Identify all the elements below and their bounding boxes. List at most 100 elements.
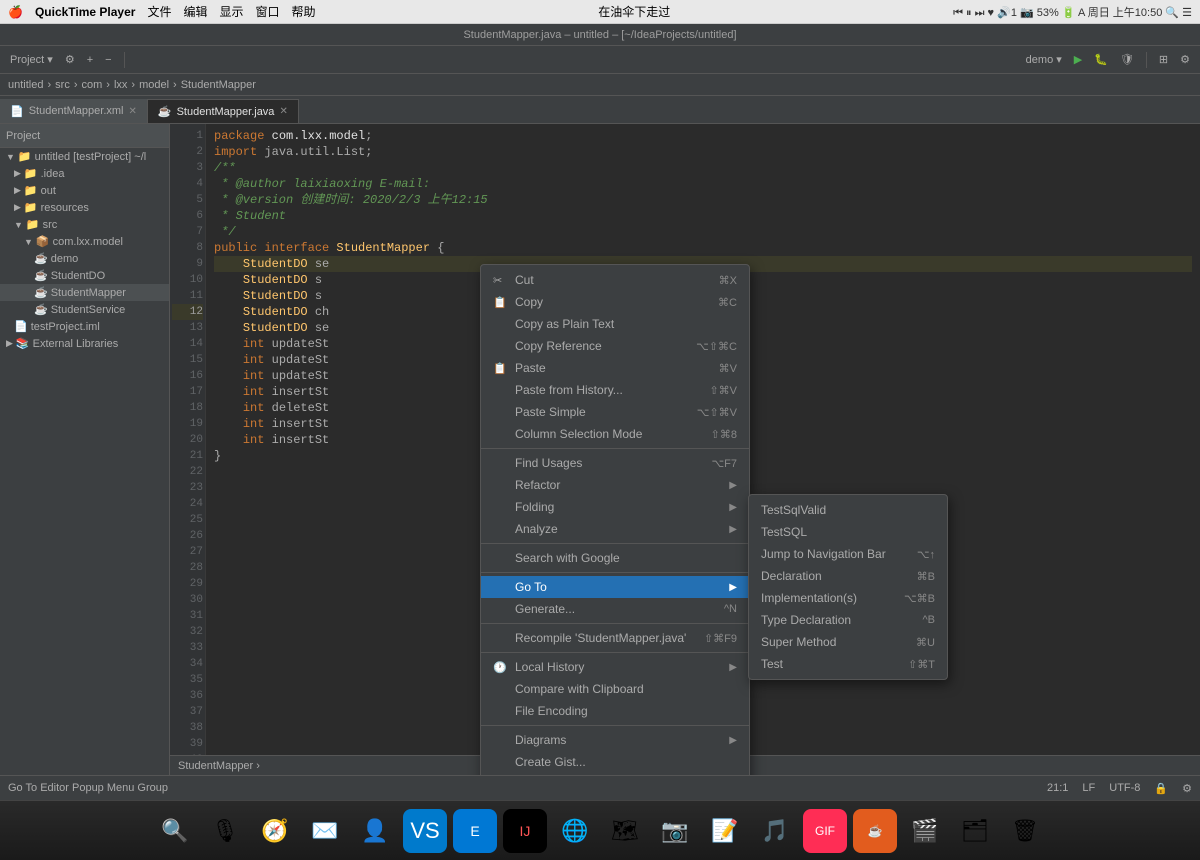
folder-icon-out: 📁 [24,184,38,197]
apple-menu[interactable]: 🍎 [8,5,23,19]
tree-studentservice[interactable]: ☕ StudentService [0,301,169,318]
breadcrumb-part-1[interactable]: untitled [8,79,43,91]
submenu-declaration[interactable]: Declaration ⌘B [749,565,947,587]
menu-item-find-usages[interactable]: Find Usages ⌥F7 [481,452,749,474]
tree-studentdo[interactable]: ☕ StudentDO [0,267,169,284]
breadcrumb-part-2[interactable]: src [55,79,70,91]
submenu-test-sql-valid[interactable]: TestSqlValid [749,499,947,521]
dock-music[interactable]: 🎵 [753,809,797,853]
menu-item-search-google[interactable]: Search with Google [481,547,749,569]
menu-item-paste-simple[interactable]: Paste Simple ⌥⇧⌘V [481,401,749,423]
menu-edit[interactable]: 编辑 [183,3,207,20]
menu-item-refactor[interactable]: Refactor ▶ [481,474,749,496]
menu-view[interactable]: 显示 [219,3,243,20]
tab-mapper-java[interactable]: ☕ StudentMapper.java ✕ [148,99,299,123]
debug-btn[interactable]: 🐛 [1090,51,1112,68]
menu-item-compare-clipboard[interactable]: Compare with Clipboard [481,678,749,700]
line-numbers: 12345 678910 1112 1314151617 1819202122 … [170,124,206,775]
dock-quicktime[interactable]: 🎬 [903,809,947,853]
run-config[interactable]: demo ▾ [1022,51,1066,68]
tree-root[interactable]: ▼ 📁 untitled [testProject] ~/l [0,148,169,165]
menu-item-col-select[interactable]: Column Selection Mode ⇧⌘8 [481,423,749,445]
dock-contacts[interactable]: 👤 [353,809,397,853]
bottom-tab-label[interactable]: StudentMapper › [178,760,260,772]
menu-item-copy-ref[interactable]: Copy Reference ⌥⇧⌘C [481,335,749,357]
menu-item-generate[interactable]: Generate... ^N [481,598,749,620]
toolbar-sync[interactable]: ⚙ [61,51,79,68]
dock-giphy[interactable]: GIF [803,809,847,853]
submenu-test-sql[interactable]: TestSQL [749,521,947,543]
toolbar-minus[interactable]: − [101,52,115,68]
menu-item-local-history[interactable]: 🕐 Local History ▶ [481,656,749,678]
submenu-label-super-method: Super Method [761,635,836,649]
tree-resources[interactable]: ▶ 📁 resources [0,199,169,216]
menu-item-goto[interactable]: Go To ▶ [481,576,749,598]
tree-arrow-src: ▼ [14,220,23,230]
menu-item-recompile[interactable]: Recompile 'StudentMapper.java' ⇧⌘F9 [481,627,749,649]
menu-item-paste-history[interactable]: Paste from History... ⇧⌘V [481,379,749,401]
menu-shortcut-generate: ^N [724,603,737,615]
breadcrumb-part-5[interactable]: model [139,79,169,91]
tree-com-lxx-model[interactable]: ▼ 📦 com.lxx.model [0,233,169,250]
toolbar-layout[interactable]: ⊞ [1155,51,1172,68]
dock-notes[interactable]: 📝 [703,809,747,853]
project-selector[interactable]: Project ▾ [6,51,57,68]
dock-trash[interactable]: 🗑 [1003,809,1047,853]
dock-safari[interactable]: 🧭 [253,809,297,853]
run-btn[interactable]: ▶ [1070,51,1086,68]
coverage-btn[interactable]: 🛡 [1116,51,1138,68]
dock-maps[interactable]: 🗺 [603,809,647,853]
dock-edge[interactable]: E [453,809,497,853]
tree-studentmapper[interactable]: ☕ StudentMapper [0,284,169,301]
menu-label-find-usages: Find Usages [515,456,582,470]
menu-item-copy-plain[interactable]: Copy as Plain Text [481,313,749,335]
dock-finder[interactable]: 🔍 [153,809,197,853]
dock-photos[interactable]: 📷 [653,809,697,853]
menu-help[interactable]: 帮助 [292,3,316,20]
toolbar-settings[interactable]: ⚙ [1176,51,1194,68]
toolbar-add[interactable]: + [83,52,97,68]
tree-out[interactable]: ▶ 📁 out [0,182,169,199]
tab-xml-close[interactable]: ✕ [128,106,136,117]
submenu-super-method[interactable]: Super Method ⌘U [749,631,947,653]
menu-item-diagrams[interactable]: Diagrams ▶ [481,729,749,751]
breadcrumb-part-3[interactable]: com [82,79,103,91]
submenu-jump-nav[interactable]: Jump to Navigation Bar ⌥↑ [749,543,947,565]
menu-item-file-encoding[interactable]: File Encoding [481,700,749,722]
tree-idea[interactable]: ▶ 📁 .idea [0,165,169,182]
sidebar-project-label: Project [6,130,40,142]
breadcrumb-sep5: › [173,79,177,91]
breadcrumb-sep2: › [74,79,78,91]
tree-arrow-ext: ▶ [6,338,13,349]
tree-testiml[interactable]: 📄 testProject.iml [0,318,169,335]
dock-java[interactable]: ☕ [853,809,897,853]
submenu-type-decl[interactable]: Type Declaration ^B [749,609,947,631]
submenu-implementation[interactable]: Implementation(s) ⌥⌘B [749,587,947,609]
menu-item-copy[interactable]: 📋 Copy ⌘C [481,291,749,313]
menu-item-folding[interactable]: Folding ▶ [481,496,749,518]
dock-mail[interactable]: ✉️ [303,809,347,853]
tree-src[interactable]: ▼ 📁 src [0,216,169,233]
menu-window[interactable]: 窗口 [256,3,280,20]
dock-chrome[interactable]: 🌐 [553,809,597,853]
submenu-test[interactable]: Test ⇧⌘T [749,653,947,675]
breadcrumb-part-4[interactable]: lxx [114,79,127,91]
breadcrumb-sep4: › [131,79,135,91]
dock-intellij[interactable]: IJ [503,809,547,853]
tree-demo[interactable]: ☕ demo [0,250,169,267]
tree-label-model: com.lxx.model [53,236,123,248]
dock-finder2[interactable]: 🗂 [953,809,997,853]
breadcrumb-part-6[interactable]: StudentMapper [181,79,256,91]
editor-area[interactable]: 12345 678910 1112 1314151617 1819202122 … [170,124,1200,775]
submenu-shortcut-super-method: ⌘U [916,636,935,649]
dock-vscode[interactable]: VS [403,809,447,853]
menu-file[interactable]: 文件 [147,3,171,20]
dock-siri[interactable]: 🎙 [203,809,247,853]
menu-item-create-gist[interactable]: Create Gist... [481,751,749,773]
menu-item-analyze[interactable]: Analyze ▶ [481,518,749,540]
menu-item-paste[interactable]: 📋 Paste ⌘V [481,357,749,379]
tab-mapper-xml[interactable]: 📄 StudentMapper.xml ✕ [0,99,148,123]
menu-item-cut[interactable]: ✂ Cut ⌘X [481,269,749,291]
tab-java-close[interactable]: ✕ [279,106,287,117]
tree-external[interactable]: ▶ 📚 External Libraries [0,335,169,352]
